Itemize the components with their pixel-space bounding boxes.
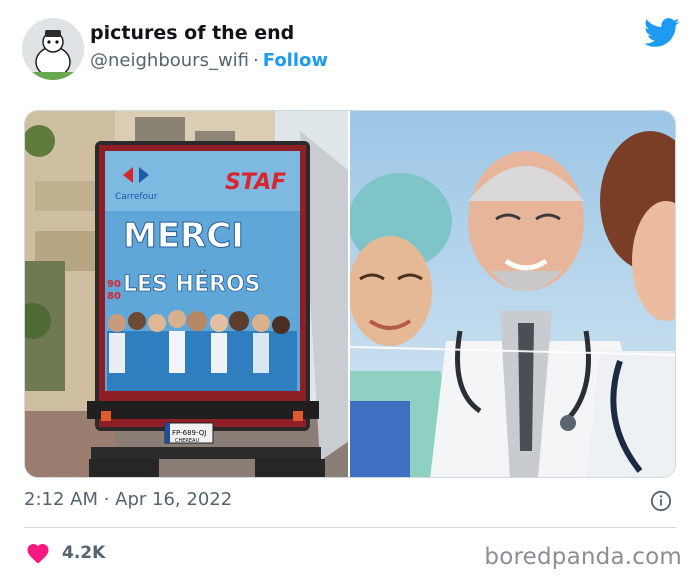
headline-heros: LES HÉROS: [123, 271, 260, 297]
license-plate: FP-689-QJ: [172, 429, 206, 437]
watermark: boredpanda.com: [484, 544, 682, 570]
tweet-media[interactable]: STAF Carrefour MERCI LES HÉROS 90 80 FP-…: [24, 110, 676, 478]
separator-dot: ·: [253, 50, 259, 71]
info-icon[interactable]: [650, 490, 672, 512]
tweet-timestamp[interactable]: 2:12 AM · Apr 16, 2022: [24, 489, 232, 510]
store-name: Carrefour: [115, 192, 158, 202]
photo-truck[interactable]: STAF Carrefour MERCI LES HÉROS 90 80 FP-…: [25, 111, 348, 477]
likes-count: 4.2K: [62, 543, 106, 563]
twitter-bird-icon[interactable]: [644, 18, 680, 48]
photo-closeup[interactable]: [350, 111, 675, 477]
heart-icon[interactable]: [26, 542, 50, 564]
plate-city: CHEREAU: [175, 438, 199, 444]
number-bottom: 80: [107, 291, 121, 302]
truck-illustration: STAF Carrefour MERCI LES HÉROS 90 80 FP-…: [25, 111, 348, 477]
truck-brand: STAF: [225, 170, 286, 195]
follow-button[interactable]: Follow: [263, 50, 328, 71]
user-handle[interactable]: @neighbours_wifi: [90, 50, 249, 71]
like-action[interactable]: 4.2K: [26, 542, 105, 564]
number-top: 90: [107, 279, 121, 290]
handle-line: @neighbours_wifi · Follow: [90, 50, 328, 71]
divider: [24, 527, 676, 528]
display-name[interactable]: pictures of the end: [90, 22, 294, 44]
avatar[interactable]: [22, 18, 84, 80]
closeup-illustration: [350, 111, 675, 477]
headline-merci: MERCI: [123, 216, 244, 256]
tweet-header: pictures of the end @neighbours_wifi · Fol…: [22, 16, 682, 82]
